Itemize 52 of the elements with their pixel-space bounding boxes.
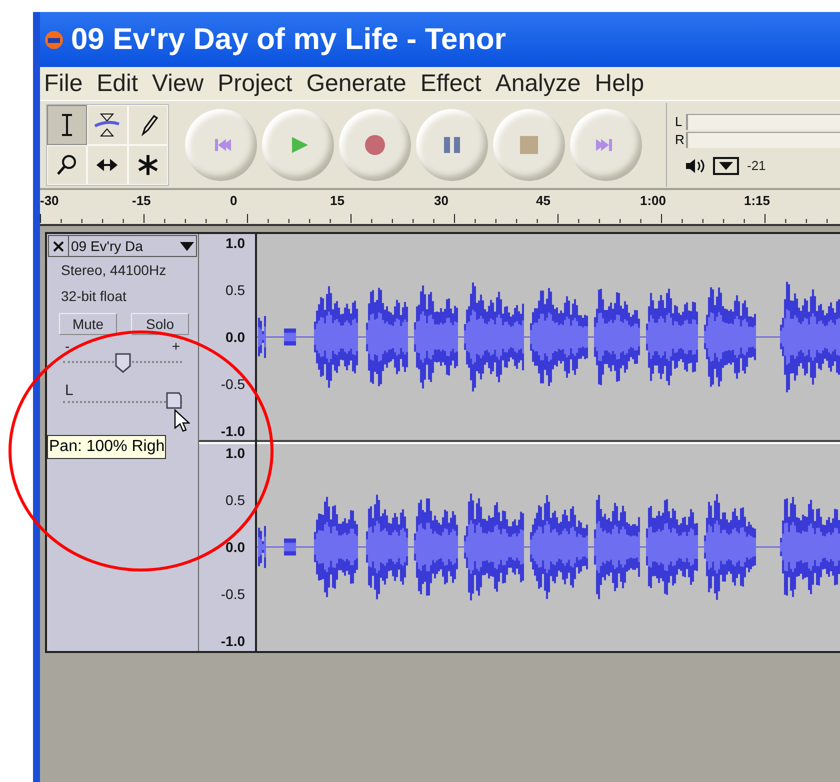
ruler-label: -15 — [132, 192, 151, 210]
gain-minus-label: - — [65, 339, 70, 353]
solo-button[interactable]: Solo — [131, 313, 189, 335]
timeline-ruler[interactable]: -30 -15 0 15 30 45 1:00 1:15 — [40, 190, 840, 226]
scale-label: 0.5 — [226, 493, 245, 507]
ruler-label: 1:15 — [744, 192, 770, 210]
envelope-icon — [94, 112, 120, 138]
slider-thumb[interactable] — [166, 392, 182, 412]
close-icon — [53, 240, 64, 252]
meter-label: L — [675, 115, 684, 128]
cursor-icon — [61, 114, 74, 136]
ruler-label: 30 — [434, 192, 448, 210]
scale-label: -0.5 — [220, 377, 245, 391]
menu-item[interactable]: Generate — [306, 66, 406, 102]
mouse-cursor-icon — [174, 409, 190, 433]
mute-button[interactable]: Mute — [59, 313, 117, 335]
pan-left-label: L — [64, 383, 74, 398]
menu-item[interactable]: Edit — [96, 66, 138, 102]
tooltip: Pan: 100% Righ — [47, 435, 166, 459]
speaker-icon — [685, 158, 705, 174]
menu-item[interactable]: Analyze — [495, 66, 581, 102]
scale-label: -1.0 — [220, 424, 245, 438]
gain-slider[interactable] — [63, 353, 182, 373]
scale-label: 0.5 — [226, 283, 245, 297]
menu-item[interactable]: Help — [594, 66, 644, 102]
tool-button[interactable] — [47, 104, 88, 144]
ruler-label: 45 — [536, 192, 550, 210]
meter-scale: -21 — [747, 156, 766, 175]
scale-label: 0.0 — [226, 540, 245, 554]
ruler-label: 1:00 — [640, 192, 666, 210]
menu-item[interactable]: Effect — [420, 66, 482, 102]
gain-plus-label: + — [172, 339, 180, 353]
track-info: Stereo, 44100Hz — [61, 261, 168, 280]
scale-label: 1.0 — [226, 446, 245, 460]
caret-icon — [180, 242, 194, 250]
scale-label: -0.5 — [220, 587, 245, 601]
menu-item[interactable]: Project — [218, 66, 292, 102]
scale-label: 0.0 — [226, 330, 245, 344]
dropdown-button[interactable] — [713, 156, 739, 174]
ruler-label: -30 — [40, 192, 59, 210]
menu-item[interactable]: View — [152, 66, 204, 102]
meter-label: R — [675, 133, 684, 146]
ruler-label: 15 — [330, 192, 344, 210]
menu-item[interactable]: File — [44, 66, 83, 102]
track-info: 32-bit float — [61, 287, 128, 306]
scale-label: 1.0 — [226, 236, 245, 250]
scale-label: -1.0 — [220, 634, 245, 648]
ruler-label: 0 — [230, 192, 238, 210]
window-title: 09 Ev'ry Day of my Life - Tenor — [71, 24, 506, 54]
slider-thumb[interactable] — [114, 353, 130, 373]
app-icon — [43, 28, 65, 50]
caret-icon — [719, 162, 733, 170]
